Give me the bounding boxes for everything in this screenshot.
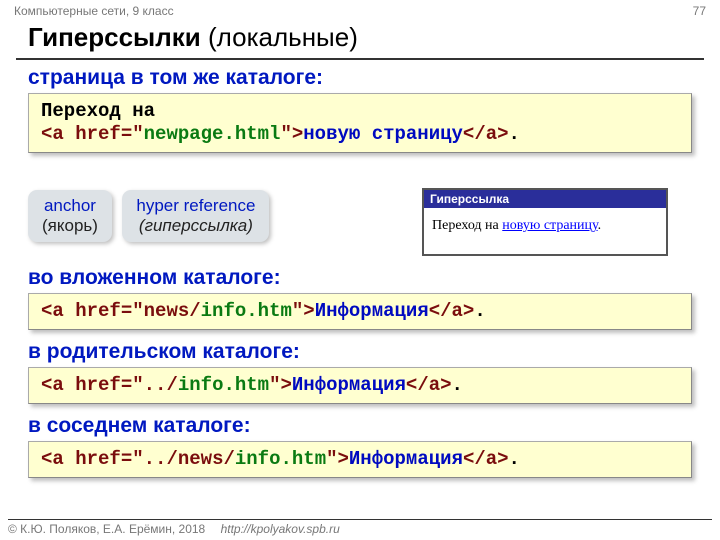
page-title: Гиперссылки (локальные) xyxy=(28,22,358,53)
preview-text-post: . xyxy=(598,218,602,233)
section2-label: во вложенном каталоге: xyxy=(28,266,692,290)
preview-link[interactable]: новую страницу xyxy=(502,218,597,233)
section1-label: страница в том же каталоге: xyxy=(28,66,692,90)
section4-label: в соседнем каталоге: xyxy=(28,414,692,438)
chips-row: anchor (якорь) hyper reference (гиперссы… xyxy=(28,190,692,264)
slide-number: 77 xyxy=(693,4,706,18)
footer-url: http://kpolyakov.spb.ru xyxy=(221,522,340,536)
preview-titlebar: Гиперссылка xyxy=(424,190,666,208)
section-parent: в родительском каталоге: <a href="../inf… xyxy=(28,340,692,404)
preview-window: Гиперссылка Переход на новую страницу. xyxy=(422,188,668,256)
preview-text-pre: Переход на xyxy=(432,218,502,233)
codebox-3: <a href="../info.htm">Информация</a>. xyxy=(28,367,692,404)
section3-label: в родительском каталоге: xyxy=(28,340,692,364)
codebox-2: <a href="news/info.htm">Информация</a>. xyxy=(28,293,692,330)
title-bold: Гиперссылки xyxy=(28,22,201,52)
section-sibling: в соседнем каталоге: <a href="../news/in… xyxy=(28,414,692,478)
header-bar: Компьютерные сети, 9 класс 77 xyxy=(14,4,706,18)
slide: Компьютерные сети, 9 класс 77 Гиперссылк… xyxy=(0,0,720,540)
chip-href-ru: (гиперссылка) xyxy=(136,216,255,236)
title-rest: (локальные) xyxy=(201,22,358,52)
chip-href: hyper reference (гиперссылка) xyxy=(122,190,269,242)
chip-href-en: hyper reference xyxy=(136,196,255,216)
chip-anchor-ru: (якорь) xyxy=(42,216,98,236)
chip-anchor: anchor (якорь) xyxy=(28,190,112,242)
subject-label: Компьютерные сети, 9 класс xyxy=(14,4,174,18)
codebox-1: Переход на <a href="newpage.html">новую … xyxy=(28,93,692,153)
footer-bar: © К.Ю. Поляков, Е.А. Ерёмин, 2018 http:/… xyxy=(8,519,712,536)
chip-anchor-en: anchor xyxy=(42,196,98,216)
section-same-dir: страница в том же каталоге: Переход на <… xyxy=(28,66,692,153)
copyright-text: © К.Ю. Поляков, Е.А. Ерёмин, 2018 xyxy=(8,522,205,536)
codebox-4: <a href="../news/info.htm">Информация</a… xyxy=(28,441,692,478)
title-underline xyxy=(16,58,704,60)
section-subdir: во вложенном каталоге: <a href="news/inf… xyxy=(28,266,692,330)
preview-body: Переход на новую страницу. xyxy=(424,208,666,244)
